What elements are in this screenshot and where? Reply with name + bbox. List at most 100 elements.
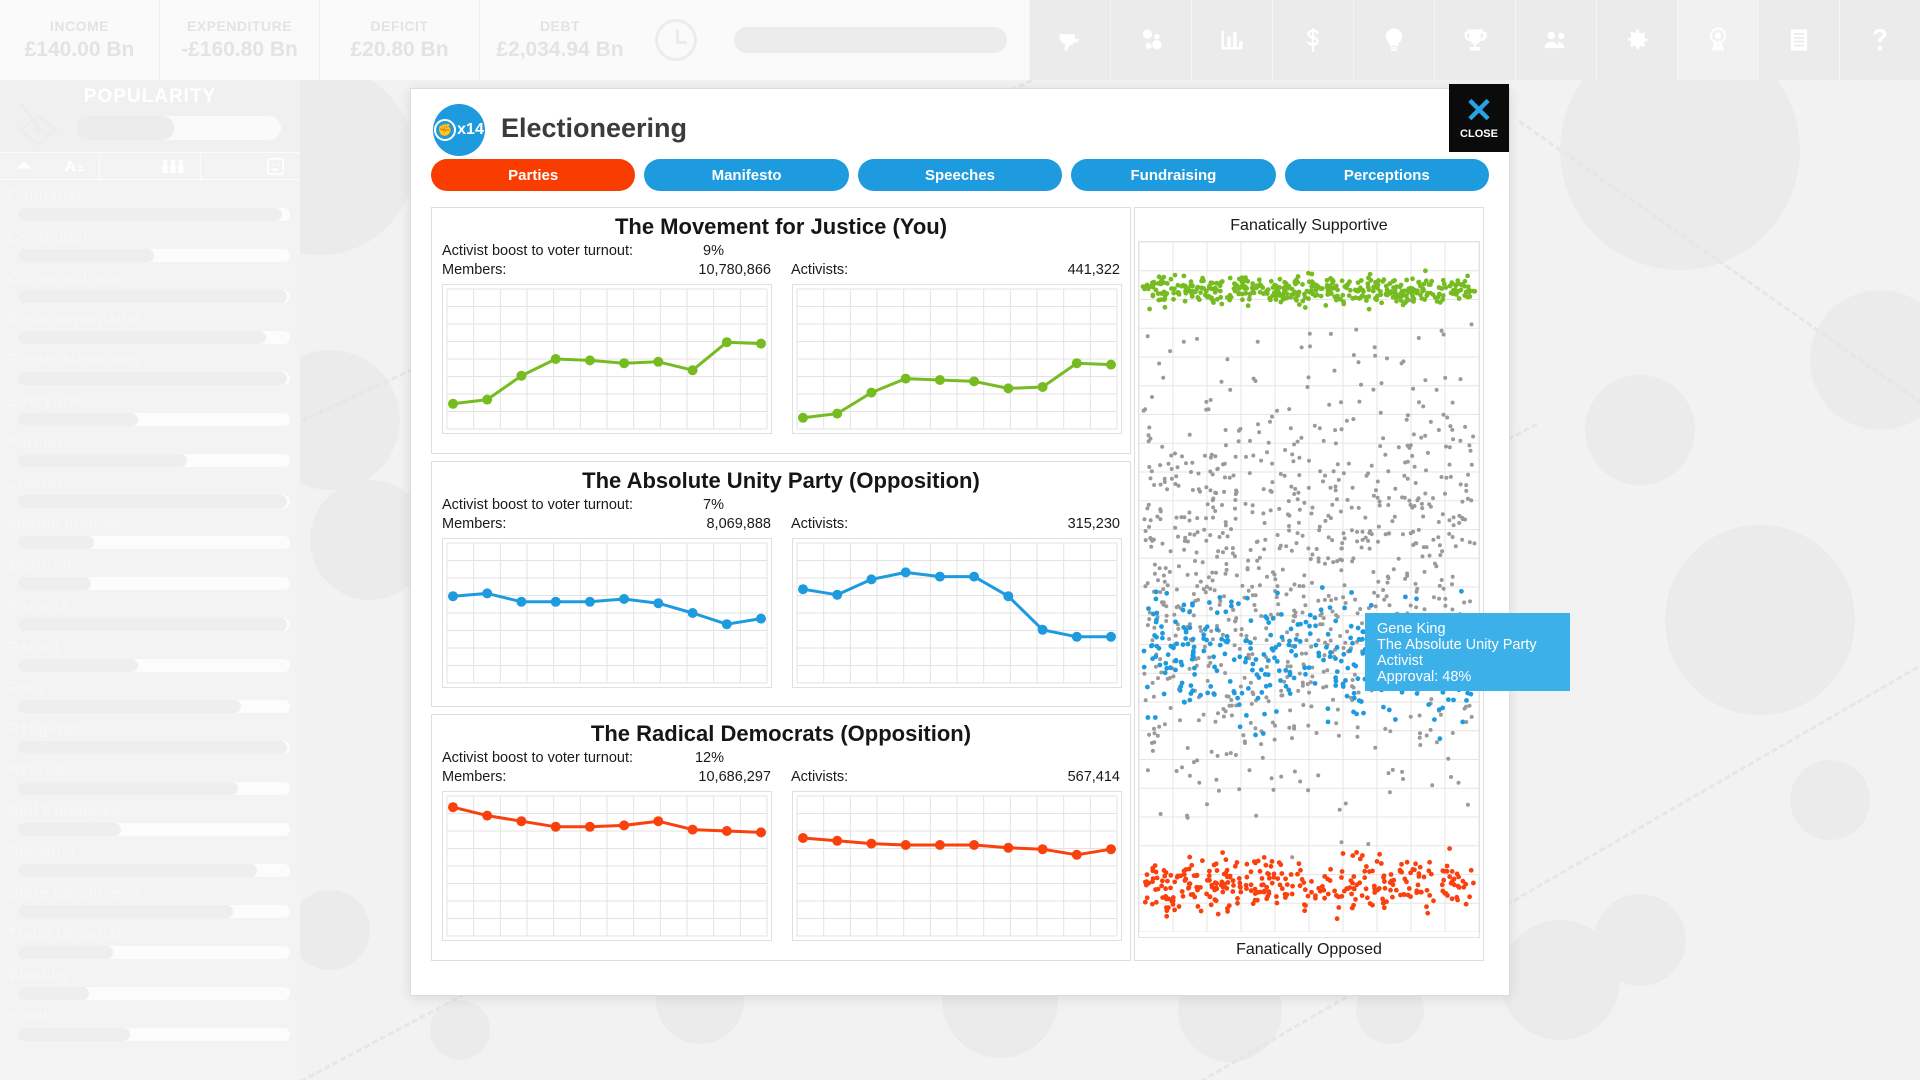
gear-icon[interactable] [1596,0,1677,80]
tab-manifesto[interactable]: Manifesto [644,159,849,191]
demographic-group-liberal[interactable]: Liberal [0,467,300,508]
group-popularity-bar [18,700,290,713]
demographic-group-trade-unionist[interactable]: Trade Unionist [0,918,300,959]
activist-boost-label: Activist boost to voter turnout: [442,496,634,513]
demographic-group-farmers[interactable]: Farmers [0,426,300,467]
trophy-icon[interactable] [1434,0,1515,80]
party-stats-row: Members: 10,780,866 Activists: 441,322 [442,261,1120,280]
party-card-2: The Absolute Unity Party (Opposition) Act… [431,460,1131,708]
party-list: The Movement for Justice (You) Activist b… [431,207,1131,962]
demographic-group-commuter[interactable]: Commuter [0,221,300,262]
group-label: Motorist [8,557,73,574]
group-label: Ethnic Minorities [8,352,141,369]
activists-label: Activists: [791,262,849,278]
demographic-group-ethnic-minorities[interactable]: Ethnic Minorities [0,344,300,385]
stat-debt-value: £2,034.94 Bn [496,38,624,61]
bar-chart-icon[interactable] [1191,0,1272,80]
tab-parties[interactable]: Parties [431,159,636,191]
group-label: Socialist [8,844,76,861]
close-button[interactable]: ✕ CLOSE [1449,84,1509,152]
demographic-group-patriot[interactable]: Patriot [0,631,300,672]
activists-label: Activists: [791,769,849,786]
help-icon[interactable] [1839,0,1920,80]
activists-trend-chart [792,791,1122,942]
demographic-group-youth[interactable]: Youth [0,1000,300,1041]
sort-alpha-icon[interactable] [0,153,101,179]
demographic-group-motorist[interactable]: Motorist [0,549,300,590]
stat-income-value: £140.00 Bn [24,38,135,61]
group-label: Religious [8,721,82,738]
popularity-sidebar: POPULARITY Capitalist Commuter Conservativ… [0,80,300,1080]
activists-row: Activists: 567,414 [791,768,1120,787]
dialog-tabs: Parties Manifesto Speeches Fundraising P… [411,159,1509,191]
demographic-group-everyone[interactable]: Everyone [0,385,300,426]
members-label: Members: [442,769,507,786]
demographic-group-self-employed[interactable]: Self Employed [0,795,300,836]
stat-debt: DEBT £2,034.94 Bn [480,0,640,80]
demographic-group-religious[interactable]: Religious [0,713,300,754]
demographic-group-wealthy[interactable]: Wealthy [0,959,300,1000]
activists-label: Activists: [791,515,849,532]
members-trend-chart [442,791,772,942]
group-popularity-bar [18,987,290,1000]
demographic-group-state-employees[interactable]: State Employees [0,877,300,918]
demographic-group-parents[interactable]: Parents [0,590,300,631]
group-label: State Employees [8,885,140,902]
icon-badge: x14 [457,121,484,138]
members-row: Members: 8,069,888 [442,515,771,534]
stat-deficit: DEFICIT £20.80 Bn [320,0,480,80]
stat-deficit-value: £20.80 Bn [350,38,449,61]
award-ribbon-icon[interactable] [1677,0,1758,80]
demographic-group-middle-income[interactable]: Middle Income [0,508,300,549]
party-card-1: The Movement for Justice (You) Activist b… [431,207,1131,454]
group-popularity-bar [18,741,290,754]
electioneering-dialog: ✊ x14 Electioneering ✕ CLOSE Parties Man… [410,84,1510,996]
pistol-icon[interactable] [1029,0,1110,80]
lightbulb-icon[interactable] [1353,0,1434,80]
group-label: Poor [8,680,46,697]
activist-boost-label: Activist boost to voter turnout: [442,750,634,767]
party-charts-row [442,284,1122,434]
demographic-group-capitalist[interactable]: Capitalist [0,180,300,221]
search-input[interactable] [734,27,1007,53]
sort-mood-icon[interactable] [201,153,300,179]
overall-popularity-bar [76,116,281,140]
tab-speeches[interactable]: Speeches [857,159,1063,191]
group-label: Environmentalist [8,311,142,328]
tab-fundraising[interactable]: Fundraising [1071,159,1276,191]
demographic-group-conservatives[interactable]: Conservatives [0,262,300,303]
dialog-body: The Movement for Justice (You) Activist b… [411,191,1509,981]
document-icon[interactable] [1758,0,1839,80]
members-label: Members: [442,262,507,278]
activist-boost-label: Activist boost to voter turnout: [442,243,634,259]
demographic-group-environmentalist[interactable]: Environmentalist [0,303,300,344]
demographic-group-poor[interactable]: Poor [0,672,300,713]
group-label: Wealthy [8,967,71,984]
group-label: Capitalist [8,188,83,205]
popularity-header: POPULARITY [0,80,300,152]
group-label: Liberal [8,475,62,492]
demographic-group-socialist[interactable]: Socialist [0,836,300,877]
stat-expenditure: EXPENDITURE -£160.80 Bn [160,0,320,80]
party-charts-row [442,791,1122,942]
protest-icon[interactable] [1110,0,1191,80]
dollar-icon[interactable] [1272,0,1353,80]
group-label: Youth [8,1008,54,1025]
close-label: CLOSE [1460,127,1498,140]
turn-clock[interactable] [640,0,712,80]
members-value: 10,686,297 [698,769,771,786]
voter-scatter-plot[interactable] [1138,241,1480,938]
group-label: Parents [8,598,69,615]
top-status-bar: INCOME £140.00 Bn EXPENDITURE -£160.80 B… [0,0,1920,80]
group-popularity-bar [18,208,290,221]
people-icon[interactable] [1515,0,1596,80]
group-popularity-bar [18,331,290,344]
group-popularity-bar [18,577,290,590]
members-value: 8,069,888 [706,515,771,532]
demographic-group-retired[interactable]: Retired [0,754,300,795]
group-popularity-bar [18,782,290,795]
tab-perceptions[interactable]: Perceptions [1284,159,1490,191]
party-stats-row: Members: 8,069,888 Activists: 315,230 [442,515,1120,534]
sort-people-icon[interactable] [100,153,201,179]
group-label: Middle Income [8,516,122,533]
